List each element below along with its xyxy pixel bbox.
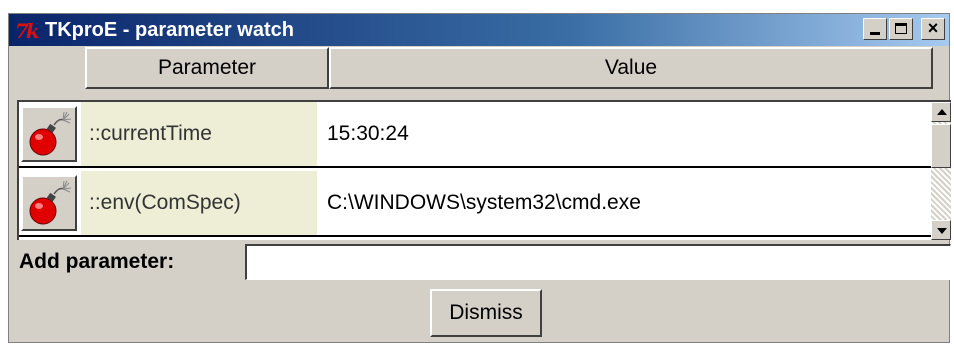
table-header: Parameter Value <box>9 47 949 89</box>
tk-logo-icon: 7k <box>15 19 40 43</box>
parameter-value-cell: 15:30:24 <box>317 102 931 166</box>
window-title: TKproE - parameter watch <box>45 19 294 41</box>
scroll-up-button[interactable] <box>931 102 951 122</box>
add-parameter-row: Add parameter: <box>17 242 951 282</box>
watch-table: ::currentTime 15:30:24 ::env(ComSpec) C:… <box>17 100 951 240</box>
parameter-name-cell: ::env(ComSpec) <box>81 171 317 235</box>
minimize-button[interactable] <box>863 18 887 40</box>
parameter-column-header[interactable]: Parameter <box>85 47 329 89</box>
parameter-name-cell: ::currentTime <box>81 102 317 166</box>
maximize-button[interactable] <box>889 18 913 40</box>
parameter-value-cell: C:\WINDOWS\system32\cmd.exe <box>317 171 931 235</box>
vertical-scrollbar[interactable] <box>931 102 951 240</box>
table-row: ::currentTime 15:30:24 <box>19 102 931 168</box>
delete-parameter-button[interactable] <box>21 106 77 162</box>
maximize-icon <box>895 23 907 34</box>
close-button[interactable]: × <box>921 18 945 40</box>
header-corner <box>9 47 85 89</box>
up-arrow-icon <box>937 109 947 115</box>
close-icon: × <box>927 18 939 38</box>
scroll-down-button[interactable] <box>931 220 951 240</box>
value-column-header[interactable]: Value <box>329 47 933 89</box>
bomb-icon <box>29 180 72 225</box>
table-row: ::env(ComSpec) C:\WINDOWS\system32\cmd.e… <box>19 171 931 237</box>
parameter-watch-window: 7k TKproE - parameter watch × Parameter … <box>8 13 951 343</box>
add-parameter-label: Add parameter: <box>19 250 175 273</box>
add-parameter-input[interactable] <box>245 244 951 280</box>
scrollbar-thumb[interactable] <box>931 124 951 168</box>
title-bar[interactable]: 7k TKproE - parameter watch × <box>9 14 949 46</box>
down-arrow-icon <box>937 228 947 234</box>
delete-parameter-button[interactable] <box>21 175 77 231</box>
bomb-icon <box>29 111 72 156</box>
minimize-icon <box>870 32 880 35</box>
dismiss-button[interactable]: Dismiss <box>430 289 542 337</box>
